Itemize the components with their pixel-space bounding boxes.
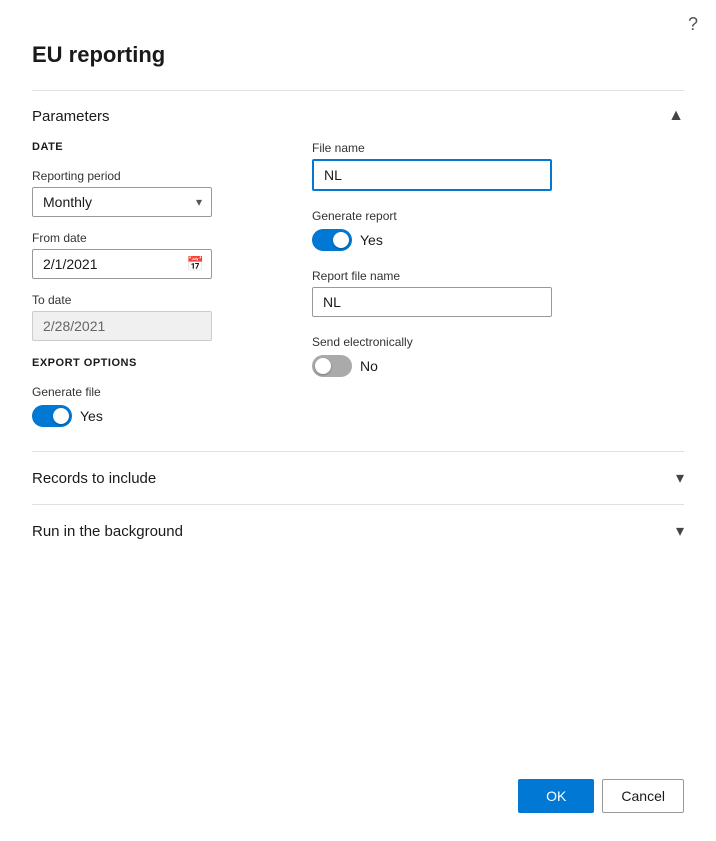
parameters-content: DATE Reporting period Monthly Quarterly …	[32, 141, 684, 451]
right-column: File name Generate report Yes Report f	[312, 141, 684, 427]
reporting-period-select-wrapper: Monthly Quarterly Yearly ▾	[32, 187, 212, 217]
ok-button[interactable]: OK	[518, 779, 594, 813]
report-file-name-input[interactable]	[312, 287, 552, 317]
date-section-label: DATE	[32, 141, 272, 153]
send-electronically-toggle[interactable]	[312, 355, 352, 377]
page-title: EU reporting	[32, 42, 165, 68]
background-section: Run in the background ▾	[32, 504, 684, 557]
parameters-section: Parameters ▲ DATE Reporting period Month…	[32, 90, 684, 451]
send-electronically-toggle-knob	[315, 358, 331, 374]
from-date-input[interactable]	[32, 249, 212, 279]
send-electronically-toggle-row: No	[312, 355, 684, 377]
generate-file-toggle-row: Yes	[32, 405, 272, 427]
report-file-name-label: Report file name	[312, 269, 684, 283]
reporting-period-label: Reporting period	[32, 169, 272, 183]
help-icon[interactable]: ?	[688, 14, 698, 35]
to-date-field: To date	[32, 293, 272, 341]
generate-report-field: Generate report Yes	[312, 209, 684, 251]
generate-file-label: Generate file	[32, 385, 272, 399]
footer-buttons: OK Cancel	[518, 779, 684, 813]
reporting-period-select[interactable]: Monthly Quarterly Yearly	[32, 187, 212, 217]
export-options-section: EXPORT OPTIONS Generate file Yes	[32, 357, 272, 427]
records-chevron-icon: ▾	[676, 468, 684, 488]
send-electronically-toggle-label: No	[360, 358, 378, 374]
generate-file-toggle[interactable]	[32, 405, 72, 427]
generate-file-toggle-label: Yes	[80, 408, 103, 424]
generate-report-toggle-label: Yes	[360, 232, 383, 248]
file-name-label: File name	[312, 141, 684, 155]
from-date-input-wrapper: 📅	[32, 249, 212, 279]
to-date-label: To date	[32, 293, 272, 307]
parameters-section-title: Parameters	[32, 108, 110, 125]
records-section-header[interactable]: Records to include ▾	[32, 452, 684, 504]
export-options-label: EXPORT OPTIONS	[32, 357, 272, 369]
to-date-input	[32, 311, 212, 341]
from-date-calendar-icon[interactable]: 📅	[187, 256, 204, 273]
generate-report-toggle[interactable]	[312, 229, 352, 251]
background-section-header[interactable]: Run in the background ▾	[32, 505, 684, 557]
from-date-label: From date	[32, 231, 272, 245]
report-file-name-field: Report file name	[312, 269, 684, 317]
file-name-input[interactable]	[312, 159, 552, 191]
left-column: DATE Reporting period Monthly Quarterly …	[32, 141, 272, 427]
send-electronically-field: Send electronically No	[312, 335, 684, 377]
generate-report-label: Generate report	[312, 209, 684, 223]
background-section-title: Run in the background	[32, 523, 183, 540]
from-date-field: From date 📅	[32, 231, 272, 279]
parameters-chevron-icon: ▲	[668, 107, 684, 125]
cancel-button[interactable]: Cancel	[602, 779, 684, 813]
main-card: Parameters ▲ DATE Reporting period Month…	[32, 90, 684, 557]
records-section: Records to include ▾	[32, 451, 684, 504]
generate-report-toggle-row: Yes	[312, 229, 684, 251]
file-name-field: File name	[312, 141, 684, 191]
records-section-title: Records to include	[32, 470, 156, 487]
generate-report-toggle-knob	[333, 232, 349, 248]
parameters-section-header[interactable]: Parameters ▲	[32, 91, 684, 141]
to-date-input-wrapper	[32, 311, 212, 341]
generate-file-toggle-knob	[53, 408, 69, 424]
reporting-period-field: Reporting period Monthly Quarterly Yearl…	[32, 169, 272, 217]
background-chevron-icon: ▾	[676, 521, 684, 541]
send-electronically-label: Send electronically	[312, 335, 684, 349]
